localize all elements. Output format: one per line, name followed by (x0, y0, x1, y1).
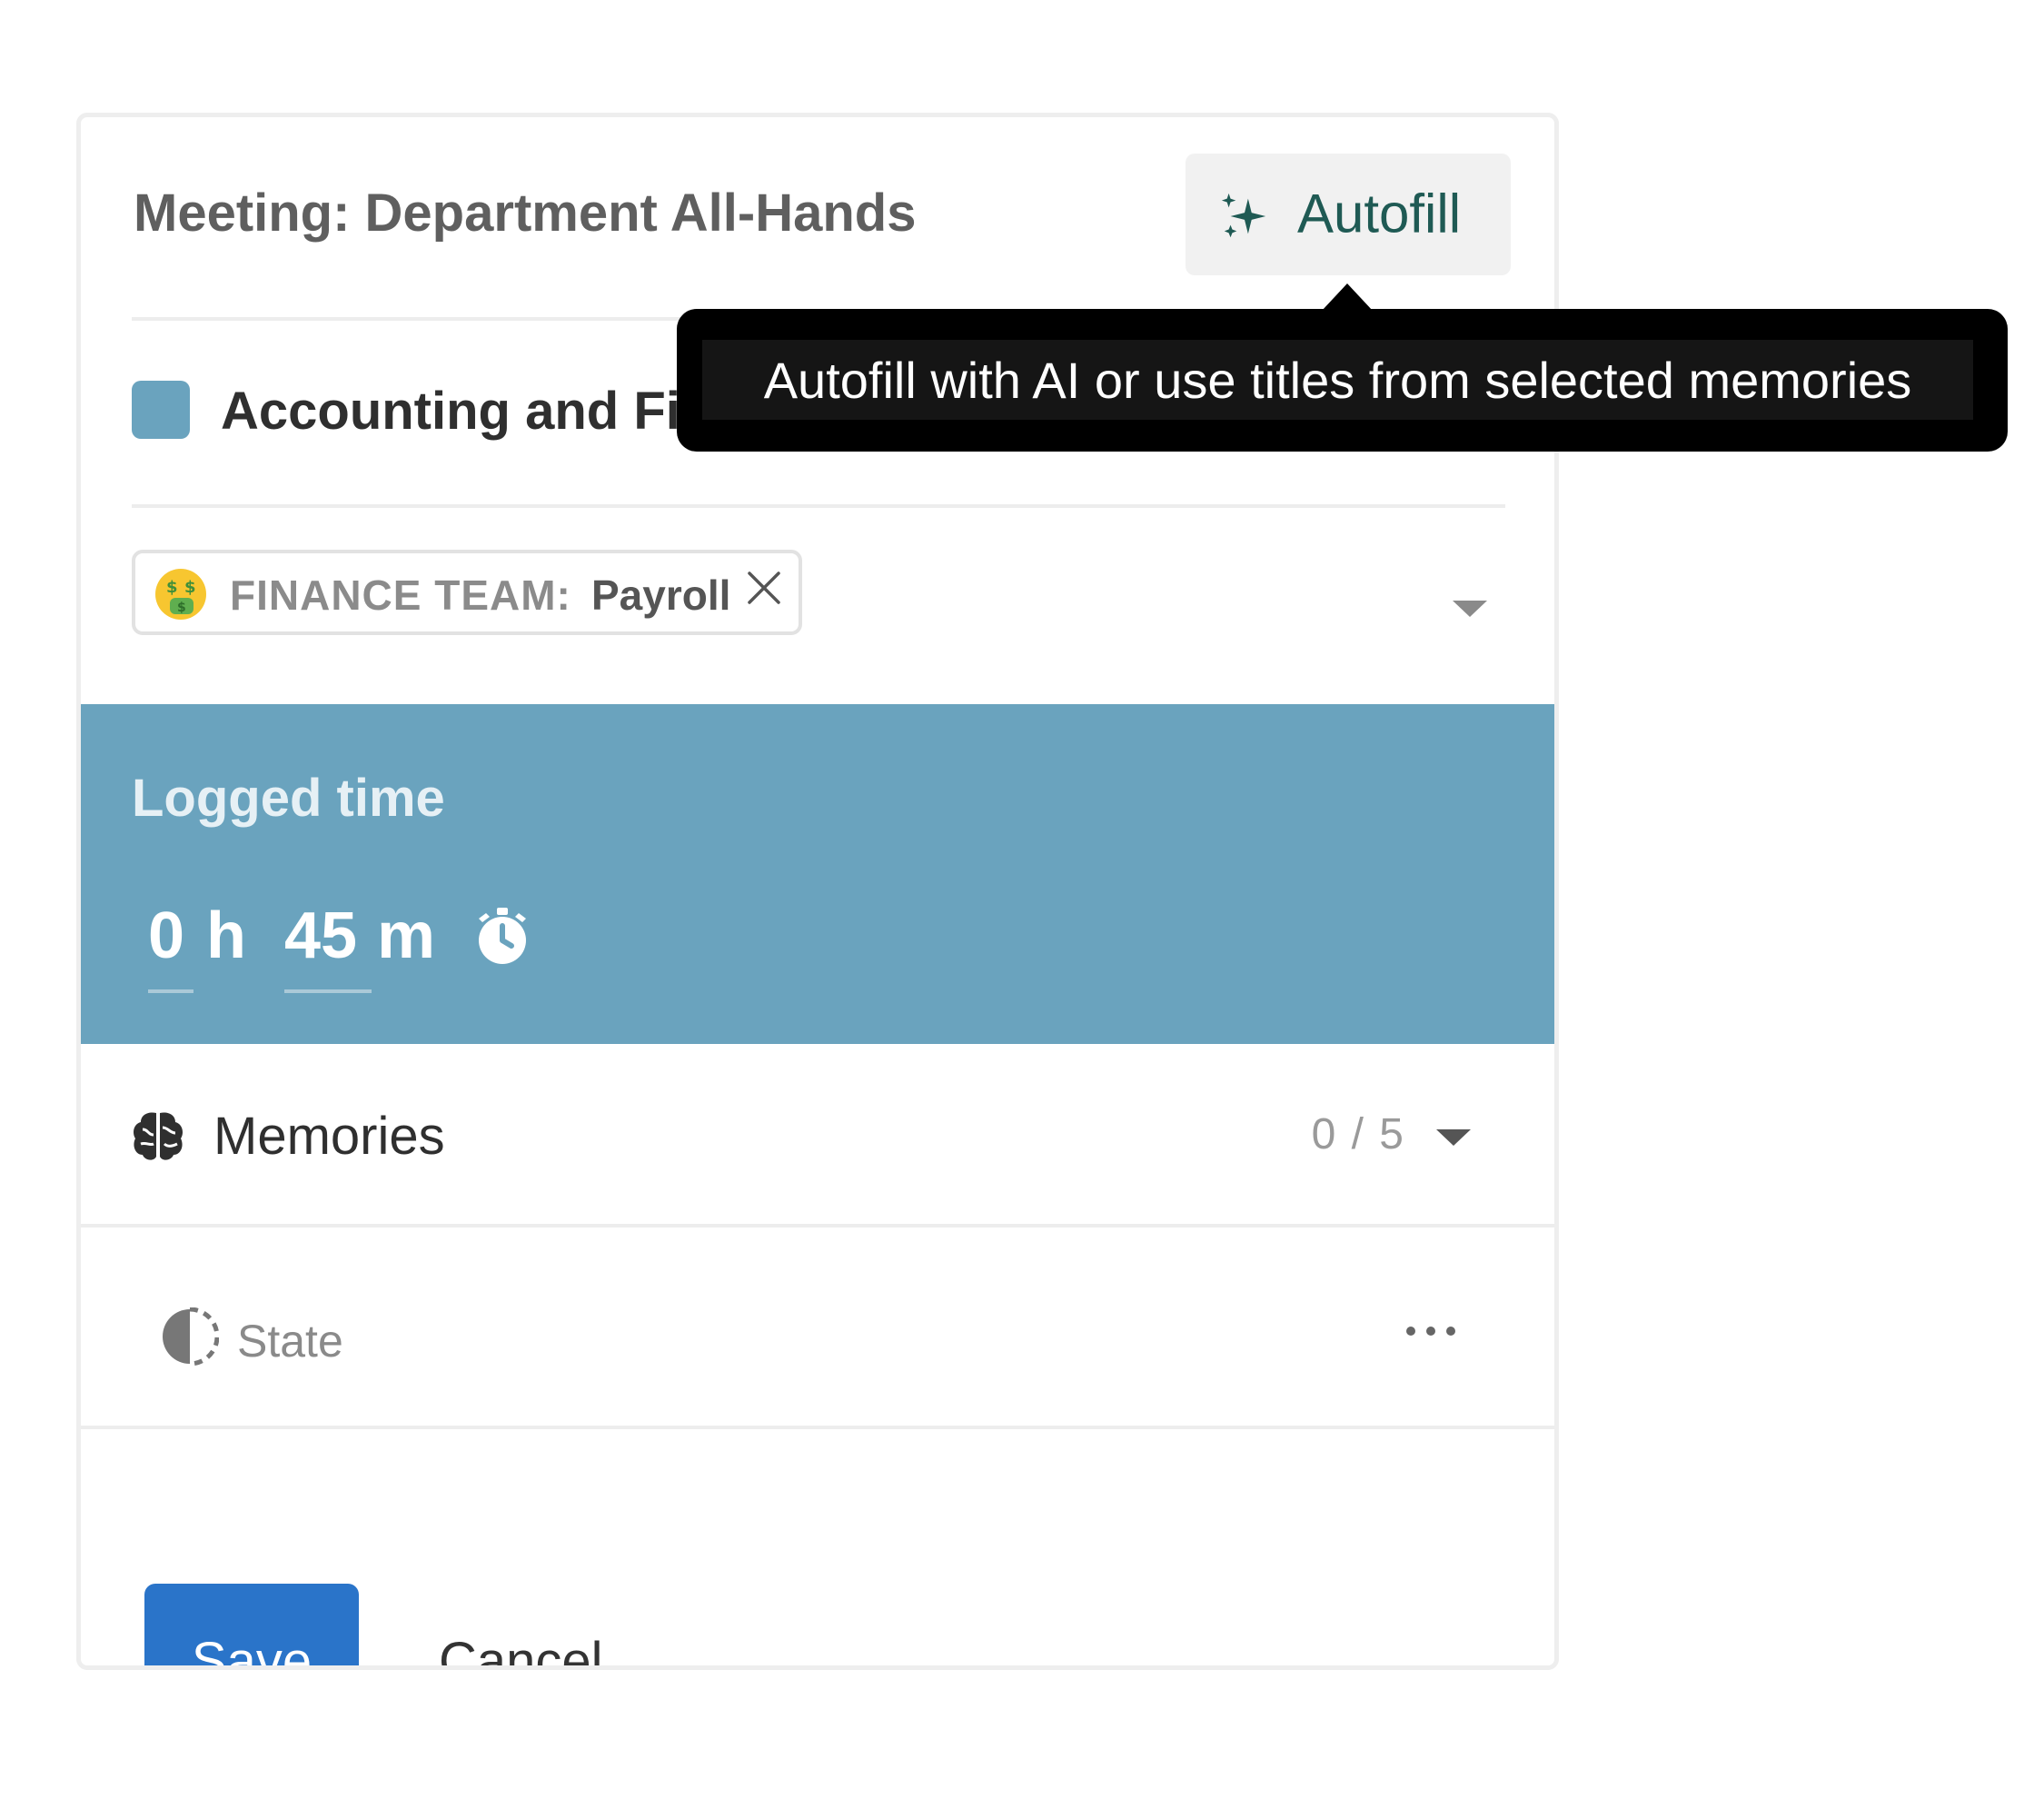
tag-team-label: FINANCE TEAM: (230, 572, 571, 619)
logged-time-panel: Logged time 0 h 45 m (81, 704, 1554, 1044)
cancel-button[interactable]: Cancel (439, 1631, 603, 1665)
stopwatch-icon[interactable] (473, 906, 531, 968)
sparkle-icon (1221, 193, 1266, 238)
minutes-value[interactable]: 45 (284, 899, 357, 973)
money-mouth-face-icon: $ $ $ (155, 569, 206, 620)
logged-time-label: Logged time (132, 769, 445, 828)
svg-text:$: $ (166, 578, 178, 597)
half-circle-state-icon[interactable] (161, 1307, 219, 1366)
memories-count: 0 / 5 (1311, 1110, 1405, 1158)
divider (132, 504, 1505, 508)
remove-tag-icon[interactable] (746, 570, 782, 606)
memories-label: Memories (213, 1107, 445, 1166)
category-color-swatch (132, 381, 190, 439)
minutes-unit: m (377, 900, 436, 972)
svg-text:$: $ (184, 578, 196, 597)
finance-team-tag[interactable]: $ $ $ FINANCE TEAM: Payroll (132, 550, 802, 635)
minutes-underline (284, 989, 372, 993)
more-options-icon[interactable] (1404, 1318, 1458, 1344)
save-button[interactable]: Save (144, 1584, 359, 1665)
hours-underline (148, 989, 193, 993)
footer: Save Cancel (81, 1429, 1554, 1665)
meeting-title[interactable]: Meeting: Department All-Hands (134, 183, 916, 244)
tooltip-arrow (1322, 283, 1373, 311)
state-label[interactable]: State (237, 1315, 343, 1367)
chevron-down-icon (1436, 1129, 1471, 1146)
autofill-label: Autofill (1296, 183, 1462, 244)
state-row: State (81, 1227, 1554, 1426)
autofill-tooltip: Autofill with AI or use titles from sele… (677, 309, 2008, 452)
svg-text:$: $ (177, 601, 186, 615)
hours-value[interactable]: 0 (148, 899, 184, 973)
autofill-button[interactable]: Autofill (1186, 154, 1511, 275)
hours-unit: h (206, 900, 246, 972)
memories-row[interactable]: Memories 0 / 5 (81, 1044, 1554, 1224)
category-name[interactable]: Accounting and Fi (221, 381, 680, 442)
brain-icon (134, 1112, 183, 1160)
chevron-down-icon[interactable] (1451, 595, 1489, 621)
tooltip-text: Autofill with AI or use titles from sele… (763, 351, 1912, 409)
tag-value: Payroll (591, 572, 731, 619)
tooltip-inner: Autofill with AI or use titles from sele… (702, 340, 1973, 420)
